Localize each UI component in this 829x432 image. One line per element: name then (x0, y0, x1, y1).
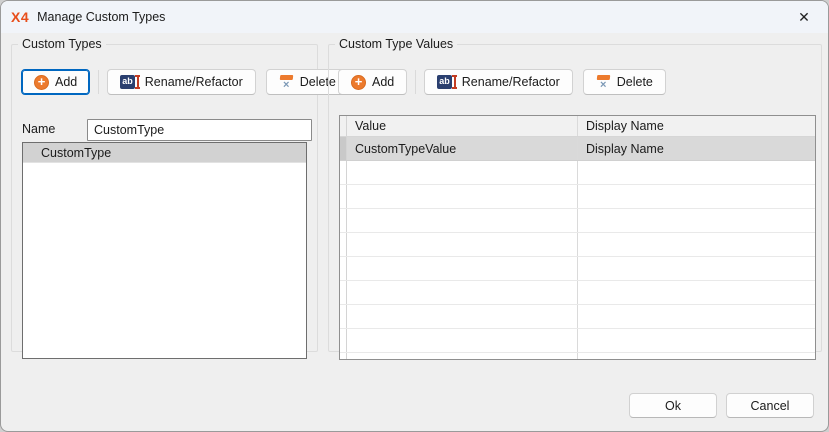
custom-types-list[interactable]: CustomType (22, 142, 307, 359)
display-name-cell[interactable]: Display Name (578, 137, 815, 160)
name-label: Name (22, 122, 55, 136)
custom-types-group-title: Custom Types (18, 37, 106, 51)
custom-type-values-group-title: Custom Type Values (335, 37, 457, 51)
name-field-row: Name (22, 122, 305, 136)
table-empty-row[interactable] (340, 209, 815, 233)
types-add-label: Add (55, 75, 77, 89)
window-title: Manage Custom Types (37, 10, 165, 24)
add-icon: + (351, 75, 366, 90)
table-empty-row[interactable] (340, 233, 815, 257)
types-rename-label: Rename/Refactor (145, 75, 243, 89)
table-empty-row[interactable] (340, 161, 815, 185)
rename-icon: ab (120, 75, 139, 89)
table-empty-row[interactable] (340, 281, 815, 305)
values-add-label: Add (372, 75, 394, 89)
grid-filler (340, 353, 815, 359)
custom-types-toolbar: + Add ab Rename/Refactor × Delete (21, 69, 349, 95)
title-bar[interactable]: X4 Manage Custom Types ✕ (1, 1, 828, 33)
ok-button[interactable]: Ok (629, 393, 717, 418)
values-rename-label: Rename/Refactor (462, 75, 560, 89)
types-add-button[interactable]: + Add (21, 69, 90, 95)
grid-gutter (340, 116, 347, 136)
custom-type-values-grid[interactable]: Value Display Name CustomTypeValue Displ… (339, 115, 816, 360)
values-rename-button[interactable]: ab Rename/Refactor (424, 69, 572, 95)
table-empty-row[interactable] (340, 185, 815, 209)
table-row[interactable]: CustomTypeValue Display Name (340, 137, 815, 161)
custom-types-group: Custom Types + Add ab Rename/Refactor × … (11, 37, 318, 352)
list-item[interactable]: CustomType (23, 143, 306, 163)
types-rename-button[interactable]: ab Rename/Refactor (107, 69, 255, 95)
toolbar-separator (415, 70, 416, 94)
name-input[interactable] (87, 119, 312, 141)
values-add-button[interactable]: + Add (338, 69, 407, 95)
close-icon[interactable]: ✕ (790, 5, 818, 29)
value-cell[interactable]: CustomTypeValue (347, 137, 578, 160)
custom-type-values-toolbar: + Add ab Rename/Refactor × Delete (338, 69, 666, 95)
table-empty-row[interactable] (340, 329, 815, 353)
rename-icon: ab (437, 75, 456, 89)
column-header-display-name[interactable]: Display Name (578, 116, 815, 136)
row-gutter (340, 137, 347, 160)
delete-icon: × (279, 75, 294, 90)
table-empty-rows (340, 161, 815, 353)
custom-type-values-group: Custom Type Values + Add ab Rename/Refac… (328, 37, 822, 352)
column-header-value[interactable]: Value (347, 116, 578, 136)
app-logo-x4: X4 (11, 9, 29, 25)
add-icon: + (34, 75, 49, 90)
toolbar-separator (98, 70, 99, 94)
delete-icon: × (596, 75, 611, 90)
values-delete-button[interactable]: × Delete (583, 69, 666, 95)
grid-header: Value Display Name (340, 116, 815, 137)
values-delete-label: Delete (617, 75, 653, 89)
cancel-button[interactable]: Cancel (726, 393, 814, 418)
table-empty-row[interactable] (340, 257, 815, 281)
table-empty-row[interactable] (340, 305, 815, 329)
manage-custom-types-dialog: X4 Manage Custom Types ✕ Custom Types + … (0, 0, 829, 432)
